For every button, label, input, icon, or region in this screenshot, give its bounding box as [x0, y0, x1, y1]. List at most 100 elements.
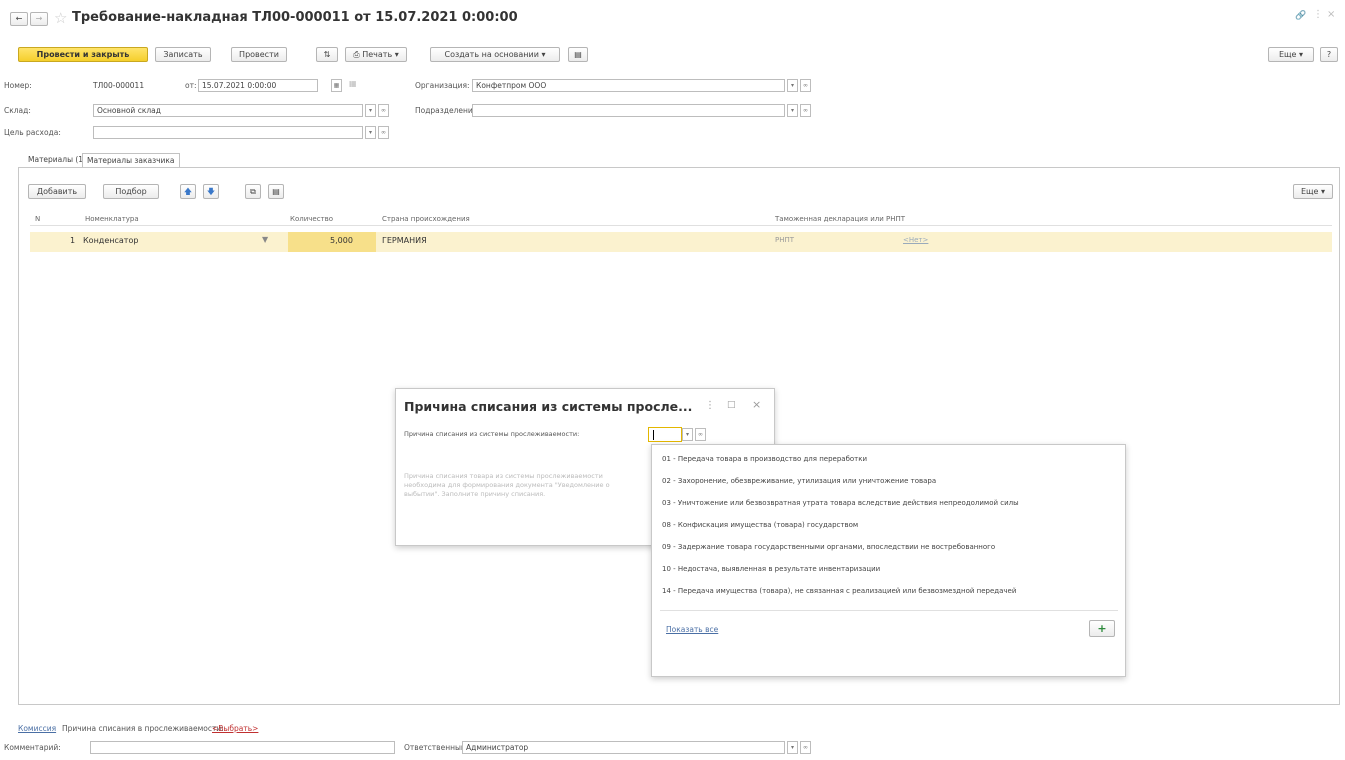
structure-icon: ⇅ [323, 50, 331, 59]
dropdown-option-14[interactable]: 14 - Передача имущества (товара), не свя… [652, 580, 1125, 602]
col-declaration[interactable]: Таможенная декларация или РНПТ [775, 212, 905, 226]
table-row[interactable]: 1 Конденсатор ▼ 5,000 ГЕРМАНИЯ РНПТ <Нет… [30, 232, 1332, 252]
structure-button[interactable]: ⇅ [316, 47, 338, 62]
link-icon[interactable]: 🔗 [1295, 11, 1306, 21]
department-field[interactable] [472, 104, 785, 117]
barcode-button[interactable]: ▤ [268, 184, 284, 199]
responsible-label: Ответственный: [404, 743, 469, 752]
department-dropdown-button[interactable]: ▾ [787, 104, 798, 117]
col-item[interactable]: Номенклатура [85, 212, 139, 226]
tab-materials[interactable]: Материалы (1) [24, 153, 90, 167]
printer-icon: ⎙ [353, 50, 360, 59]
org-label: Организация: [415, 81, 470, 90]
col-n[interactable]: N [35, 212, 40, 226]
plus-icon: + [1097, 622, 1107, 635]
reason-field-label: Причина списания из системы прослеживаем… [404, 430, 580, 438]
dropdown-option-02[interactable]: 02 - Захоронение, обезвреживание, утилиз… [652, 470, 1125, 492]
calendar-button[interactable]: ▦ [331, 79, 342, 92]
back-button[interactable]: ← [10, 12, 28, 26]
row-declaration[interactable]: РНПТ [775, 236, 794, 244]
row-item[interactable]: Конденсатор [83, 236, 138, 245]
calendar-icon: ▦ [333, 82, 340, 89]
reason-dropdown-button[interactable]: ▾ [682, 428, 693, 441]
add-row-button[interactable]: Добавить [28, 184, 86, 199]
responsible-dropdown-button[interactable]: ▾ [787, 741, 798, 754]
print-button[interactable]: ⎙ Печать ▾ [345, 47, 407, 62]
show-all-link[interactable]: Показать все [666, 625, 718, 634]
dropdown-option-09[interactable]: 09 - Задержание товара государственными … [652, 536, 1125, 558]
dialog-maximize-icon[interactable]: □ [727, 400, 736, 410]
org-dropdown-button[interactable]: ▾ [787, 79, 798, 92]
dropdown-option-03[interactable]: 03 - Уничтожение или безвозвратная утрат… [652, 492, 1125, 514]
row-country[interactable]: ГЕРМАНИЯ [382, 236, 427, 245]
col-qty[interactable]: Количество [290, 212, 333, 226]
more-button[interactable]: Еще ▾ [1268, 47, 1314, 62]
reason-input[interactable] [648, 427, 682, 442]
move-down-button[interactable]: 🡇 [203, 184, 219, 199]
purpose-label: Цель расхода: [4, 128, 61, 137]
forward-button[interactable]: → [30, 12, 48, 26]
dropdown-option-10[interactable]: 10 - Недостача, выявленная в результате … [652, 558, 1125, 580]
traceability-icon: ▼ [262, 235, 269, 244]
dialog-menu-icon[interactable]: ⋮ [705, 400, 715, 411]
warehouse-dropdown-button[interactable]: ▾ [365, 104, 376, 117]
responsible-open-button[interactable]: ∞ [800, 741, 811, 754]
table-more-button[interactable]: Еще ▾ [1293, 184, 1333, 199]
trace-reason-label: Причина списания в прослеживаемости: [62, 724, 224, 733]
row-number: 1 [70, 236, 76, 245]
row-declaration-link[interactable]: <Нет> [903, 236, 928, 244]
menu-dots-icon[interactable]: ⋮ [1313, 9, 1323, 20]
dialog-close-icon[interactable]: × [752, 398, 761, 411]
barcode-icon: ▤ [272, 187, 280, 196]
link-icon: ∞ [803, 744, 808, 751]
dropdown-divider [660, 610, 1118, 611]
move-up-button[interactable]: 🡅 [180, 184, 196, 199]
close-window-icon[interactable]: × [1327, 9, 1335, 20]
copy-icon: ⧉ [250, 187, 256, 196]
trace-reason-link[interactable]: <Выбрать> [212, 724, 258, 733]
report-button[interactable]: ▤ [568, 47, 588, 62]
table-header: N Номенклатура Количество Страна происхо… [30, 212, 1332, 226]
help-button[interactable]: ? [1320, 47, 1338, 62]
favorite-star-icon[interactable]: ☆ [54, 9, 67, 27]
commission-link[interactable]: Комиссия [18, 724, 56, 733]
department-label: Подразделение: [415, 106, 480, 115]
reason-open-button[interactable]: ∞ [695, 428, 706, 441]
pick-button[interactable]: Подбор [103, 184, 159, 199]
warehouse-open-button[interactable]: ∞ [378, 104, 389, 117]
title-bar: ← → ☆ Требование-накладная ТЛ00-000011 о… [0, 0, 1345, 36]
responsible-field[interactable]: Администратор [462, 741, 785, 754]
reason-dropdown-list: 01 - Передача товара в производство для … [651, 444, 1126, 677]
grid-icon[interactable]: ▦ [349, 79, 357, 88]
dropdown-option-08[interactable]: 08 - Конфискация имущества (товара) госу… [652, 514, 1125, 536]
dropdown-option-01[interactable]: 01 - Передача товара в производство для … [652, 448, 1125, 470]
create-new-button[interactable]: + [1089, 620, 1115, 637]
link-icon: ∞ [803, 107, 808, 114]
tab-customer-materials[interactable]: Материалы заказчика [82, 153, 180, 167]
arrow-down-icon: 🡇 [206, 187, 216, 196]
text-cursor [653, 430, 654, 440]
warehouse-label: Склад: [4, 106, 31, 115]
dialog-title: Причина списания из системы просле... [404, 399, 693, 414]
org-open-button[interactable]: ∞ [800, 79, 811, 92]
date-field[interactable]: 15.07.2021 0:00:00 [198, 79, 318, 92]
purpose-dropdown-button[interactable]: ▾ [365, 126, 376, 139]
create-based-button[interactable]: Создать на основании ▾ [430, 47, 560, 62]
warehouse-field[interactable]: Основной склад [93, 104, 363, 117]
report-icon: ▤ [574, 50, 582, 59]
link-icon: ∞ [698, 431, 703, 438]
copy-button[interactable]: ⧉ [245, 184, 261, 199]
number-value[interactable]: ТЛ00-000011 [93, 79, 144, 92]
post-and-close-button[interactable]: Провести и закрыть [18, 47, 148, 62]
col-country[interactable]: Страна происхождения [382, 212, 470, 226]
comment-field[interactable] [90, 741, 395, 754]
dialog-hint: Причина списания товара из системы просл… [404, 472, 610, 498]
purpose-field[interactable] [93, 126, 363, 139]
purpose-open-button[interactable]: ∞ [378, 126, 389, 139]
org-field[interactable]: Конфетпром ООО [472, 79, 785, 92]
post-button[interactable]: Провести [231, 47, 287, 62]
save-button[interactable]: Записать [155, 47, 211, 62]
row-qty[interactable]: 5,000 [330, 236, 353, 245]
department-open-button[interactable]: ∞ [800, 104, 811, 117]
link-icon: ∞ [381, 129, 386, 136]
